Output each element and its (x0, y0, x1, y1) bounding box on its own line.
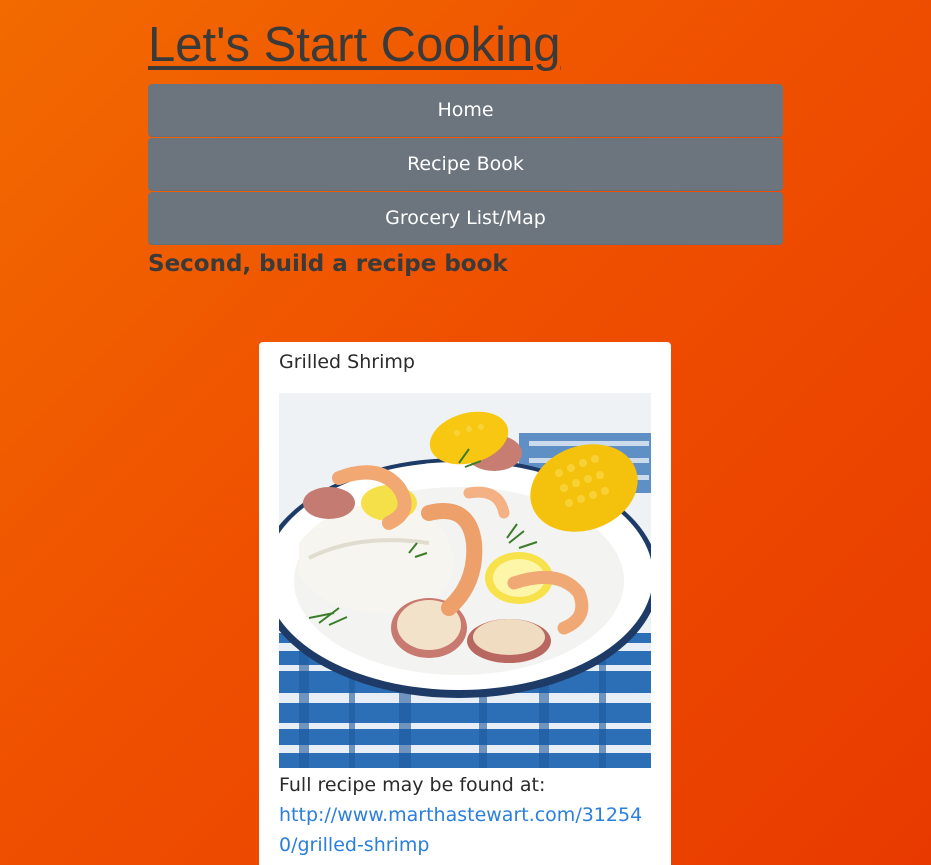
nav-recipe-book-button[interactable]: Recipe Book (148, 138, 783, 191)
food-photo-icon (279, 393, 651, 768)
page-container: Let's Start Cooking Home Recipe Book Gro… (148, 0, 783, 277)
site-title[interactable]: Let's Start Cooking (148, 16, 560, 74)
recipe-card: Grilled Shrimp Full recipe may be found … (259, 342, 671, 865)
recipe-title: Grilled Shrimp (279, 351, 415, 373)
recipe-source-link[interactable]: http://www.marthastewart.com/312540/gril… (279, 804, 642, 856)
nav-grocery-list-button[interactable]: Grocery List/Map (148, 192, 783, 245)
nav-home-button[interactable]: Home (148, 84, 783, 137)
main-nav: Home Recipe Book Grocery List/Map (148, 84, 783, 245)
recipe-source-label: Full recipe may be found at: (279, 774, 546, 796)
page-subtitle: Second, build a recipe book (148, 251, 508, 277)
recipe-source: Full recipe may be found at: http://www.… (279, 770, 651, 860)
recipe-image (279, 393, 651, 768)
